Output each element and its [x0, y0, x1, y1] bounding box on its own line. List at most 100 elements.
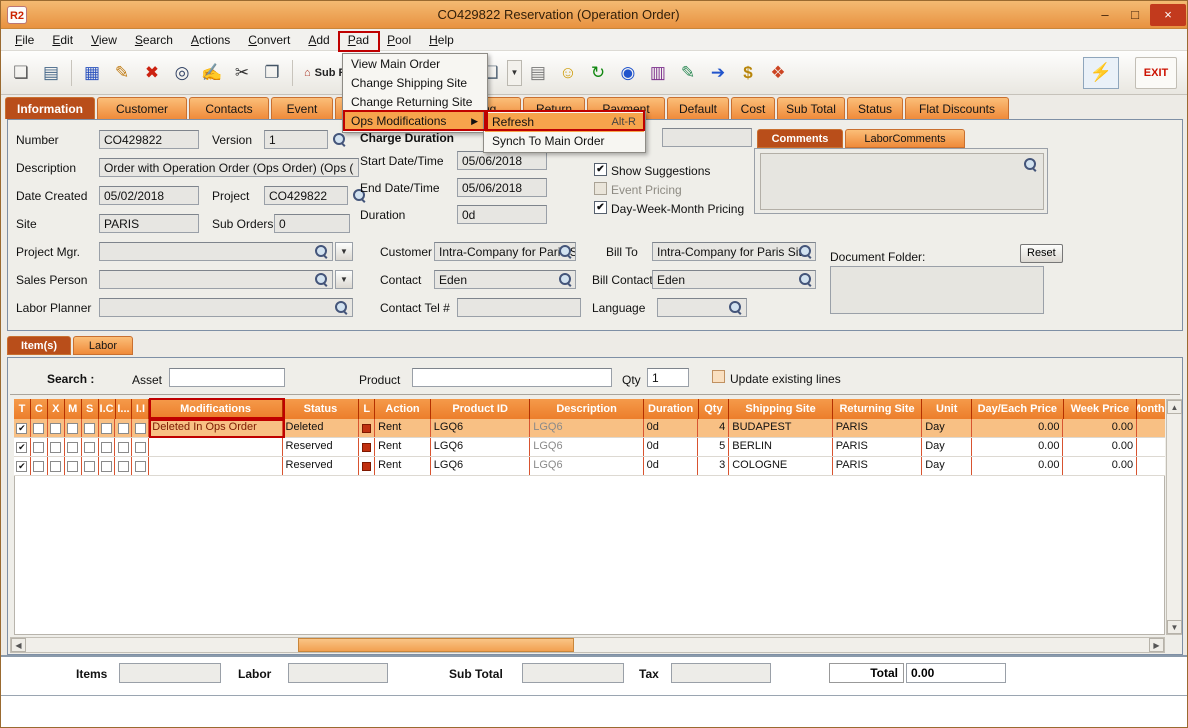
tab-customer[interactable]: Customer: [97, 97, 187, 119]
row-checkbox[interactable]: ✔: [16, 423, 27, 434]
dwm-pricing-checkbox[interactable]: ✔: [594, 201, 607, 214]
row-checkbox[interactable]: [67, 423, 78, 434]
project-mgr-field[interactable]: [99, 242, 333, 261]
row-checkbox[interactable]: [84, 461, 95, 472]
col-header-i2[interactable]: I...: [116, 399, 133, 419]
menu-item-view-main-order[interactable]: View Main Order: [344, 55, 486, 74]
print-report-button[interactable]: ▤: [524, 58, 552, 88]
horizontal-scroll-thumb[interactable]: [298, 638, 574, 652]
sales-person-magnifier-icon[interactable]: [314, 272, 328, 286]
tax-field[interactable]: [671, 663, 771, 683]
date-created-field[interactable]: 05/02/2018: [99, 186, 199, 205]
tab-sub-total[interactable]: Sub Total: [777, 97, 845, 119]
col-header-shipping-site[interactable]: Shipping Site: [729, 399, 832, 419]
menu-item-change-returning-site[interactable]: Change Returning Site: [344, 93, 486, 112]
site-field[interactable]: PARIS: [99, 214, 199, 233]
sub-orders-field[interactable]: 0: [274, 214, 350, 233]
tab-labor-comments[interactable]: LaborComments: [845, 129, 965, 148]
minimize-button[interactable]: –: [1090, 4, 1120, 26]
comments-magnifier-icon[interactable]: [1023, 157, 1037, 171]
col-header-unit[interactable]: Unit: [922, 399, 972, 419]
cut-button[interactable]: ✂: [228, 58, 256, 88]
row-checkbox[interactable]: [33, 423, 44, 434]
books-button[interactable]: ▥: [644, 58, 672, 88]
asset-input[interactable]: [169, 368, 285, 387]
row-checkbox[interactable]: [84, 442, 95, 453]
tab-items[interactable]: Item(s): [7, 336, 71, 355]
row-checkbox[interactable]: [84, 423, 95, 434]
cubes-button[interactable]: ❖: [764, 58, 792, 88]
exit-button[interactable]: EXIT: [1135, 57, 1177, 89]
copy-button[interactable]: ❐: [258, 58, 286, 88]
row-checkbox[interactable]: [50, 461, 61, 472]
feedback-button[interactable]: ☺: [554, 58, 582, 88]
show-suggestions-checkbox[interactable]: ✔: [594, 163, 607, 176]
horizontal-scrollbar[interactable]: ◀ ▶: [10, 637, 1165, 653]
items-total-field[interactable]: [119, 663, 221, 683]
menu-pool[interactable]: Pool: [378, 30, 420, 50]
menu-item-synch-to-main-order[interactable]: Synch To Main Order: [485, 132, 644, 151]
row-checkbox[interactable]: [135, 423, 146, 434]
save-button[interactable]: ▦: [78, 58, 106, 88]
col-header-l[interactable]: L: [359, 399, 375, 419]
disk-button[interactable]: ◉: [614, 58, 642, 88]
pages-dropdown-button[interactable]: ▼: [507, 60, 522, 86]
update-existing-lines-checkbox[interactable]: [712, 370, 725, 383]
scroll-down-button[interactable]: ▼: [1167, 620, 1182, 634]
col-header-returning-site[interactable]: Returning Site: [833, 399, 923, 419]
product-input[interactable]: [412, 368, 612, 387]
row-checkbox[interactable]: [67, 442, 78, 453]
col-header-qty[interactable]: Qty: [699, 399, 730, 419]
project-field[interactable]: CO429822: [264, 186, 348, 205]
money-button[interactable]: $: [734, 58, 762, 88]
customer-field[interactable]: Intra-Company for Paris Sit: [434, 242, 576, 261]
print-button[interactable]: ▤: [37, 58, 65, 88]
number-field[interactable]: CO429822: [99, 130, 199, 149]
col-header-status[interactable]: Status: [283, 399, 360, 419]
row-checkbox[interactable]: [118, 442, 129, 453]
bill-to-magnifier-icon[interactable]: [798, 244, 812, 258]
menu-search[interactable]: Search: [126, 30, 182, 50]
tab-status[interactable]: Status: [847, 97, 903, 119]
row-checkbox[interactable]: [50, 442, 61, 453]
labor-total-field[interactable]: [288, 663, 388, 683]
sub-total-field[interactable]: [522, 663, 624, 683]
menu-actions[interactable]: Actions: [182, 30, 239, 50]
event-pricing-checkbox[interactable]: [594, 182, 607, 195]
key-arrow-button[interactable]: ➔: [704, 58, 732, 88]
project-mgr-dropdown[interactable]: ▼: [335, 242, 353, 261]
row-checkbox[interactable]: ✔: [16, 461, 27, 472]
comments-box[interactable]: [754, 148, 1048, 214]
delete-button[interactable]: ✖: [138, 58, 166, 88]
row-checkbox[interactable]: [33, 442, 44, 453]
contact-tel-field[interactable]: [457, 298, 581, 317]
scroll-right-button[interactable]: ▶: [1149, 638, 1164, 652]
row-checkbox[interactable]: [50, 423, 61, 434]
col-header-action[interactable]: Action: [375, 399, 431, 419]
table-row[interactable]: ✔ Deleted In Ops Order Deleted Rent LGQ6…: [14, 419, 1165, 438]
menu-item-change-shipping-site[interactable]: Change Shipping Site: [344, 74, 486, 93]
col-header-duration[interactable]: Duration: [644, 399, 699, 419]
duration-field[interactable]: 0d: [457, 205, 547, 224]
col-header-product-id[interactable]: Product ID: [431, 399, 530, 419]
bill-contact-field[interactable]: Eden: [652, 270, 816, 289]
scroll-left-button[interactable]: ◀: [11, 638, 26, 652]
row-checkbox[interactable]: [135, 461, 146, 472]
col-header-s[interactable]: S: [82, 399, 99, 419]
total-field[interactable]: 0.00: [906, 663, 1006, 683]
table-row[interactable]: ✔ Reserved Rent LGQ6 LGQ6 0d 3 COLOGNE P…: [14, 457, 1165, 476]
tab-flat-discounts[interactable]: Flat Discounts: [905, 97, 1009, 119]
start-date-field[interactable]: 05/06/2018: [457, 151, 547, 170]
col-header-m[interactable]: M: [65, 399, 82, 419]
col-header-day-each-price[interactable]: Day/Each Price: [972, 399, 1064, 419]
row-checkbox[interactable]: ✔: [16, 442, 27, 453]
tab-information[interactable]: Information: [5, 97, 95, 119]
menu-item-refresh[interactable]: RefreshAlt-R: [485, 113, 644, 132]
tab-default[interactable]: Default: [667, 97, 729, 119]
contact-magnifier-icon[interactable]: [558, 272, 572, 286]
menu-edit[interactable]: Edit: [43, 30, 82, 50]
end-date-field[interactable]: 05/06/2018: [457, 178, 547, 197]
find-button[interactable]: ◎: [168, 58, 196, 88]
vertical-scrollbar[interactable]: ▲ ▼: [1166, 399, 1182, 635]
sales-person-field[interactable]: [99, 270, 333, 289]
